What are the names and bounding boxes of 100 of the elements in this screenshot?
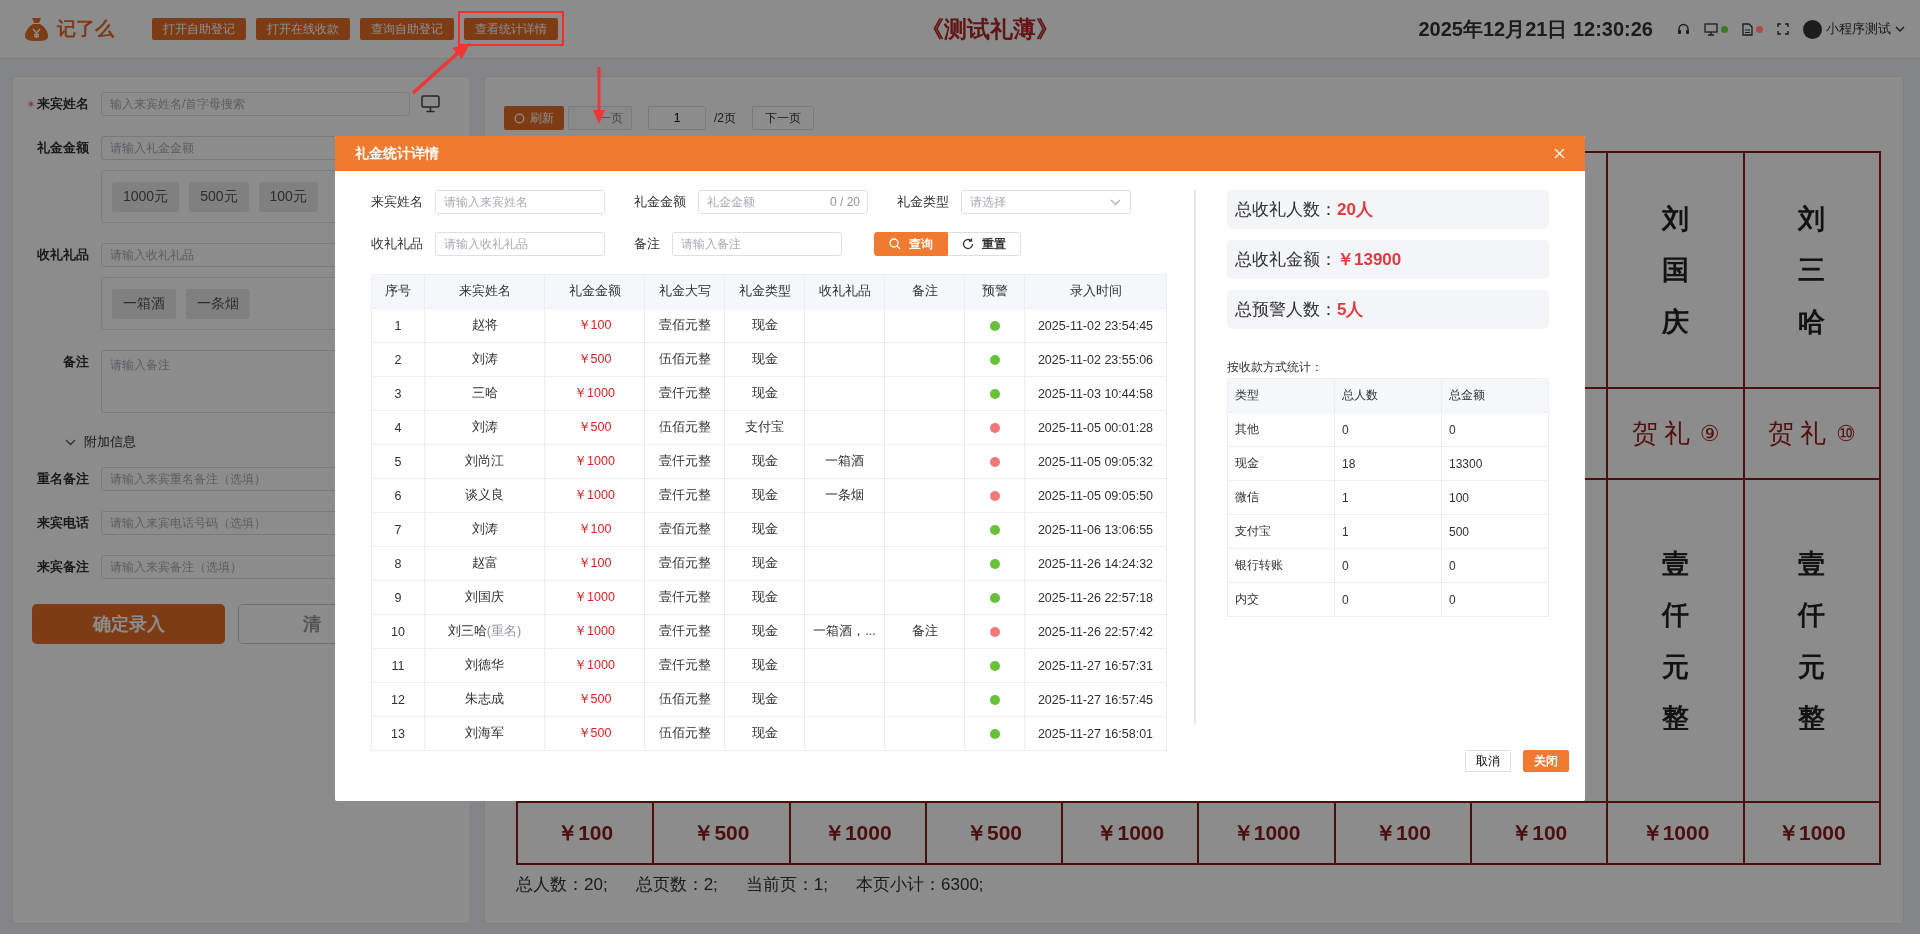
reset-button[interactable]: 重置	[948, 232, 1021, 256]
column-header: 序号	[371, 274, 425, 309]
column-header: 收礼礼品	[804, 274, 885, 309]
table-cell: 壹仟元整	[644, 444, 725, 479]
table-cell: 2025-11-02 23:55:06	[1024, 342, 1167, 377]
book-title: 《测试礼薄》	[921, 13, 1059, 44]
table-cell: 现金	[724, 512, 805, 547]
page-total: /2页	[714, 109, 736, 127]
table-cell: 刘海军	[424, 716, 545, 751]
stat-value: 20人	[1337, 199, 1373, 221]
table-cell: 现金	[724, 444, 805, 479]
header-button[interactable]: 查询自助登记	[360, 18, 454, 40]
table-cell: 2025-11-26 14:24:32	[1024, 546, 1167, 581]
refresh-button[interactable]: 刷新	[504, 106, 564, 130]
chevron-icon	[1110, 199, 1121, 206]
table-cell: 伍佰元整	[644, 682, 725, 717]
user-name[interactable]: 小程序测试	[1826, 20, 1891, 38]
table-cell: 谈义良	[424, 478, 545, 513]
table-cell: 5	[371, 444, 425, 479]
table-cell: 朱志成	[424, 682, 545, 717]
table-cell: 壹佰元整	[644, 512, 725, 547]
cancel-button[interactable]: 取消	[1465, 750, 1511, 772]
table-cell: 2025-11-27 16:58:01	[1024, 716, 1167, 751]
table-cell: 现金	[724, 716, 805, 751]
chevron-icon[interactable]	[65, 438, 76, 446]
section-toggle[interactable]: 附加信息	[84, 433, 136, 451]
table-cell: 4	[371, 410, 425, 445]
header-button[interactable]: 打开在线收款	[256, 18, 350, 40]
gift-amount: ￥500	[693, 820, 750, 846]
gift-amount: ￥100	[557, 820, 614, 846]
table-cell: ￥100	[544, 308, 645, 343]
table-cell: 刘国庆	[424, 580, 545, 615]
table-cell: 现金	[724, 682, 805, 717]
table-cell: 现金	[724, 580, 805, 615]
column-header: 总金额	[1441, 378, 1549, 413]
fullscreen-icon[interactable]	[1777, 23, 1789, 35]
gift-label: 贺礼	[1631, 417, 1696, 450]
field-label: 收礼礼品	[37, 246, 89, 264]
table-cell: ￥1000	[544, 580, 645, 615]
table-cell: 支付宝	[724, 410, 805, 445]
table-cell: 100	[1441, 480, 1549, 515]
guest-name: 刘三哈	[1798, 202, 1826, 339]
table-cell: 2025-11-05 09:05:32	[1024, 444, 1167, 479]
field-label: 重名备注	[37, 470, 89, 488]
table-cell: 2025-11-05 00:01:28	[1024, 410, 1167, 445]
field-label: 备注	[63, 353, 89, 371]
quick-pick-chip[interactable]: 500元	[189, 181, 249, 212]
monitor-icon[interactable]	[421, 95, 440, 113]
column-header: 总人数	[1334, 378, 1442, 413]
amount-in-words: 壹仟元整	[1662, 546, 1689, 735]
field-label: 来宾电话	[37, 514, 89, 532]
search-button[interactable]: 查询	[874, 232, 948, 256]
confirm-button[interactable]: 确定录入	[32, 604, 226, 644]
summary-text: 总页数：2;	[635, 874, 718, 896]
column-header: 类型	[1227, 378, 1335, 413]
table-cell: 6	[371, 478, 425, 513]
quick-pick-chip[interactable]: 一箱酒	[112, 288, 176, 319]
stat-label: 总预警人数：	[1235, 299, 1337, 321]
table-cell: 伍佰元整	[644, 410, 725, 445]
table-cell: 3	[371, 376, 425, 411]
table-cell: 7	[371, 512, 425, 547]
avatar[interactable]	[1803, 19, 1822, 39]
table-cell: 备注	[884, 614, 965, 649]
table-cell: 11	[371, 648, 425, 683]
page-input[interactable]: 1	[648, 106, 706, 130]
gift-amount: ￥1000	[1777, 820, 1846, 846]
gift-amount: ￥1000	[1232, 820, 1301, 846]
close-icon[interactable]	[1554, 148, 1565, 159]
document-icon[interactable]	[1742, 22, 1753, 36]
headset-icon[interactable]	[1677, 22, 1690, 36]
quick-pick-chip[interactable]: 1000元	[112, 181, 180, 212]
table-cell: 现金	[724, 478, 805, 513]
close-button[interactable]: 关闭	[1523, 750, 1569, 772]
summary-text: 总人数：20;	[516, 874, 608, 896]
monitor-icon[interactable]	[1704, 22, 1718, 36]
quick-pick-chip[interactable]: 一条烟	[186, 288, 250, 319]
filter-label: 备注	[634, 235, 660, 253]
filter-label: 礼金金额	[634, 193, 686, 211]
table-cell: 0	[1334, 548, 1442, 583]
header-button[interactable]: 查看统计详情	[464, 18, 558, 40]
table-cell: 刘三哈(重名)	[424, 614, 545, 649]
table-cell: 壹佰元整	[644, 308, 725, 343]
table-cell: 2025-11-03 10:44:58	[1024, 376, 1167, 411]
caret-icon[interactable]	[1895, 25, 1905, 33]
table-cell: 现金	[724, 546, 805, 581]
table-cell: 2025-11-26 22:57:18	[1024, 580, 1167, 615]
table-cell: 壹仟元整	[644, 478, 725, 513]
input-field[interactable]: 请输入备注	[672, 232, 842, 256]
stat-label: 总收礼金额：	[1235, 249, 1337, 271]
select-field[interactable]: 请选择	[961, 190, 1131, 214]
quick-pick-chip[interactable]: 100元	[258, 181, 318, 212]
table-cell: ￥1000	[544, 478, 645, 513]
next-page-button[interactable]: 下一页	[752, 106, 814, 130]
header-button[interactable]: 打开自助登记	[152, 18, 246, 40]
field-label: 礼金金额	[37, 139, 89, 157]
table-cell: 现金	[724, 648, 805, 683]
input-field[interactable]: 请输入来宾姓名	[435, 190, 605, 214]
input-field[interactable]: 请输入收礼礼品	[435, 232, 605, 256]
table-cell: 10	[371, 614, 425, 649]
annotation-arrow	[593, 67, 605, 124]
